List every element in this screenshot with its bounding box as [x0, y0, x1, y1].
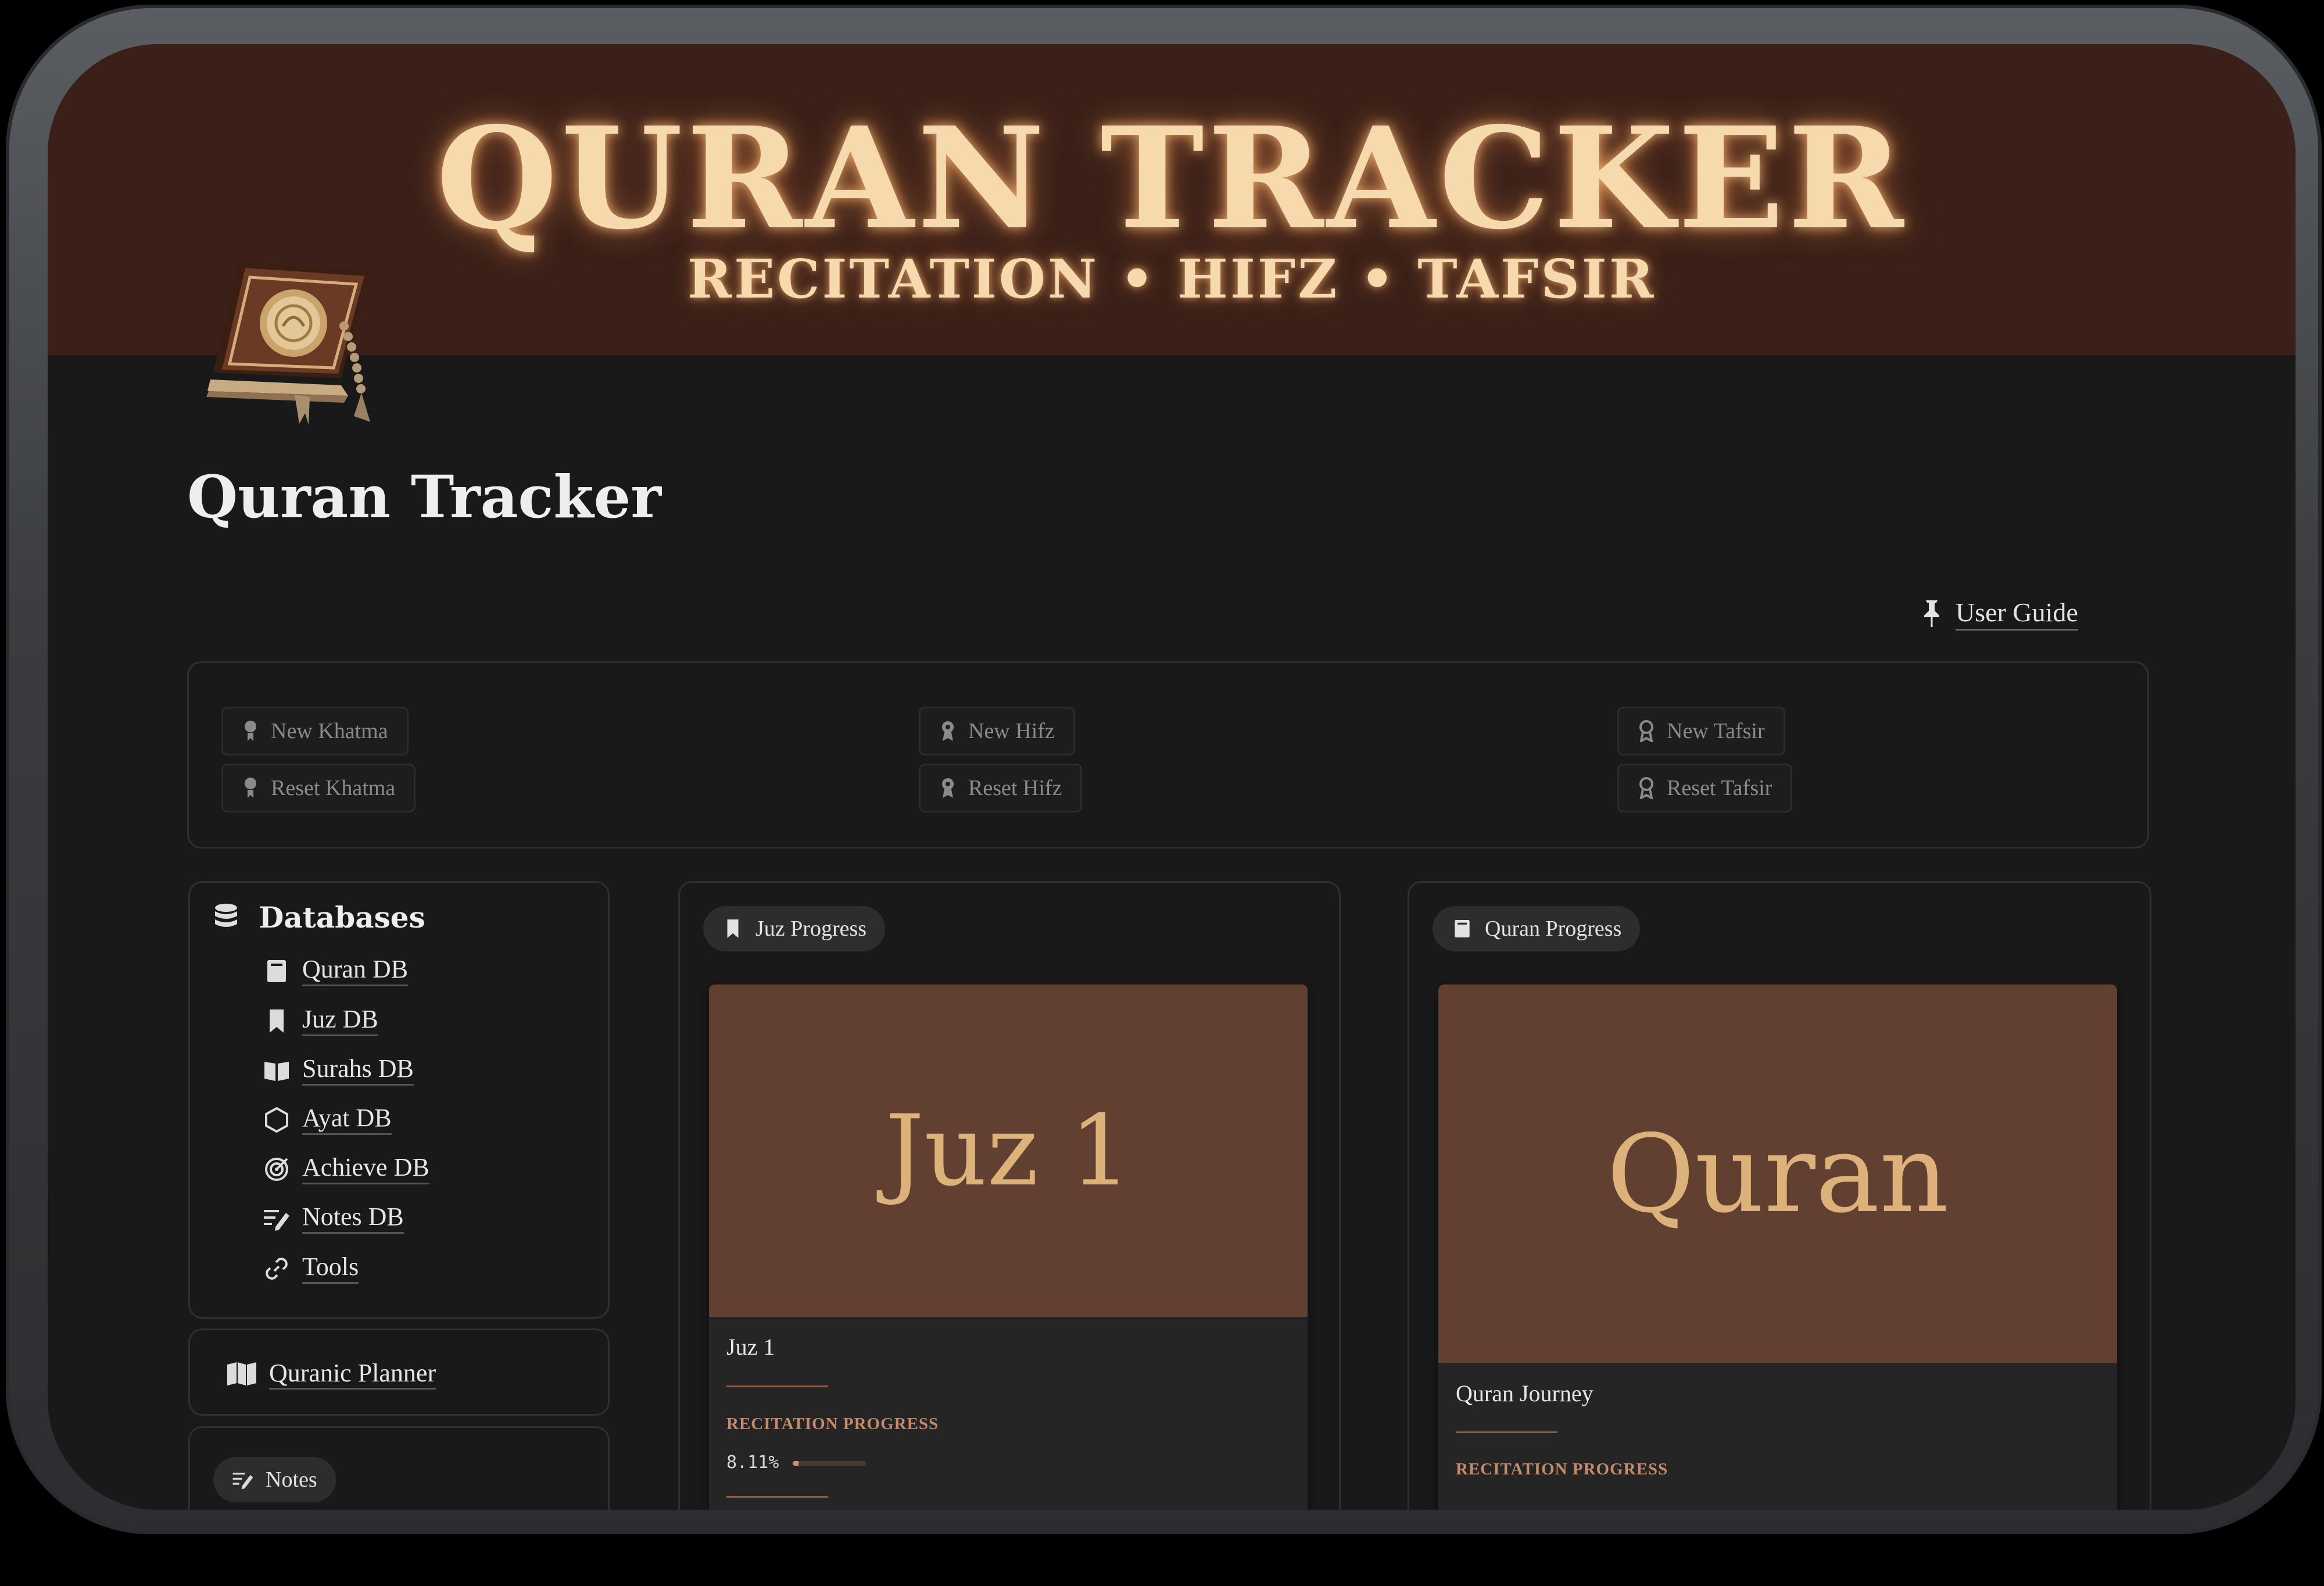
- divider: [726, 1496, 828, 1498]
- quran-progress-tab[interactable]: Quran Progress: [1433, 906, 1641, 951]
- recitation-progress-bar: [793, 1461, 866, 1466]
- notes-icon: [264, 1209, 289, 1231]
- db-item-notes[interactable]: Notes DB: [263, 1202, 404, 1234]
- divider: [726, 1385, 828, 1387]
- bookmark-icon: [270, 1009, 284, 1033]
- juz-gallery-card[interactable]: Juz 1 Juz 1 RECITATION PROGRESS 8.11%: [709, 984, 1308, 1510]
- notes-tab-label: Notes: [266, 1467, 317, 1492]
- recitation-progress-label: RECITATION PROGRESS: [726, 1415, 939, 1433]
- bookmark-icon: [727, 919, 739, 938]
- notes-tab[interactable]: Notes: [213, 1457, 336, 1502]
- user-guide-link[interactable]: User Guide: [1922, 590, 2078, 637]
- reset-khatma-label: Reset Khatma: [271, 776, 396, 800]
- quran-gallery-card[interactable]: Quran Quran Journey RECITATION PROGRESS: [1438, 984, 2117, 1510]
- quran-cover: Quran: [1438, 984, 2117, 1363]
- recitation-progress-fill: [793, 1461, 799, 1466]
- db-item-tools[interactable]: Tools: [263, 1252, 359, 1284]
- db-item-label: Quran DB: [302, 955, 409, 987]
- new-tafsir-label: New Tafsir: [1667, 719, 1765, 743]
- tablet-frame: QURAN TRACKER RECITATION • HIFZ • TAFSIR…: [6, 5, 2322, 1534]
- db-item-ayat[interactable]: Ayat DB: [263, 1104, 392, 1136]
- quran-book-icon: [206, 262, 370, 425]
- hexagon-icon: [265, 1107, 288, 1133]
- new-hifz-button[interactable]: New Hifz: [919, 707, 1075, 756]
- juz-cover: Juz 1: [709, 984, 1308, 1317]
- databases-card: Databases Quran DB Juz DB Surahs DB Ayat…: [188, 881, 610, 1319]
- banner-title: QURAN TRACKER: [436, 96, 1907, 260]
- recitation-progress-label: RECITATION PROGRESS: [1456, 1460, 1668, 1478]
- new-khatma-label: New Khatma: [271, 719, 388, 743]
- juz-progress-card: Juz Progress Juz 1 Juz 1 RECITATION PROG…: [678, 881, 1341, 1510]
- ribbon-icon: [1639, 720, 1653, 742]
- page-title: Quran Tracker: [187, 463, 661, 531]
- juz-card-title: Juz 1: [726, 1334, 775, 1360]
- db-item-label: Tools: [302, 1252, 359, 1284]
- database-icon: [215, 903, 237, 927]
- db-item-surahs[interactable]: Surahs DB: [263, 1054, 414, 1086]
- reset-hifz-label: Reset Hifz: [968, 776, 1062, 800]
- ribbon-icon: [1639, 777, 1653, 799]
- quran-progress-card: Quran Progress Quran Quran Journey RECIT…: [1408, 881, 2151, 1510]
- award-icon: [942, 778, 954, 798]
- quran-card-title: Quran Journey: [1456, 1380, 1594, 1406]
- book-icon: [267, 960, 286, 982]
- quranic-planner-label: Quranic Planner: [269, 1358, 436, 1390]
- divider: [1456, 1431, 1557, 1433]
- db-item-achieve[interactable]: Achieve DB: [263, 1153, 429, 1185]
- user-guide-label: User Guide: [1956, 597, 2078, 631]
- databases-title: Databases: [259, 900, 425, 935]
- juz-progress-tab[interactable]: Juz Progress: [703, 906, 886, 951]
- quick-actions-panel: New Khatma Reset Khatma New Hifz Reset H…: [187, 661, 2149, 849]
- person-icon: [245, 778, 256, 798]
- reset-khatma-button[interactable]: Reset Khatma: [221, 764, 416, 812]
- quranic-planner-link[interactable]: Quranic Planner: [226, 1358, 436, 1390]
- book-icon: [1455, 919, 1470, 938]
- databases-heading: Databases: [213, 900, 425, 935]
- quranic-planner-card[interactable]: Quranic Planner: [188, 1329, 610, 1416]
- new-tafsir-button[interactable]: New Tafsir: [1617, 707, 1785, 756]
- notes-icon: [232, 1473, 253, 1490]
- quran-progress-tab-label: Quran Progress: [1485, 916, 1622, 941]
- db-item-juz[interactable]: Juz DB: [263, 1005, 378, 1037]
- db-item-label: Ayat DB: [302, 1104, 392, 1136]
- db-item-label: Notes DB: [302, 1202, 404, 1234]
- pin-icon: [1924, 600, 1939, 627]
- db-item-label: Achieve DB: [302, 1153, 429, 1185]
- juz-progress-tab-label: Juz Progress: [755, 916, 867, 941]
- reset-tafsir-label: Reset Tafsir: [1667, 776, 1772, 800]
- app-screen: QURAN TRACKER RECITATION • HIFZ • TAFSIR…: [48, 44, 2296, 1510]
- target-icon: [265, 1157, 288, 1181]
- reset-hifz-button[interactable]: Reset Hifz: [919, 764, 1083, 812]
- link-icon: [266, 1257, 288, 1280]
- db-item-label: Surahs DB: [302, 1054, 414, 1086]
- open-book-icon: [264, 1061, 289, 1081]
- notes-card: Notes: [188, 1426, 610, 1510]
- map-icon: [227, 1362, 256, 1385]
- db-item-label: Juz DB: [302, 1005, 378, 1037]
- recitation-progress-value: 8.11%: [726, 1452, 779, 1473]
- award-icon: [942, 721, 954, 741]
- new-khatma-button[interactable]: New Khatma: [221, 707, 409, 756]
- db-item-quran[interactable]: Quran DB: [263, 955, 409, 987]
- reset-tafsir-button[interactable]: Reset Tafsir: [1617, 764, 1793, 812]
- person-icon: [245, 721, 256, 741]
- new-hifz-label: New Hifz: [968, 719, 1055, 743]
